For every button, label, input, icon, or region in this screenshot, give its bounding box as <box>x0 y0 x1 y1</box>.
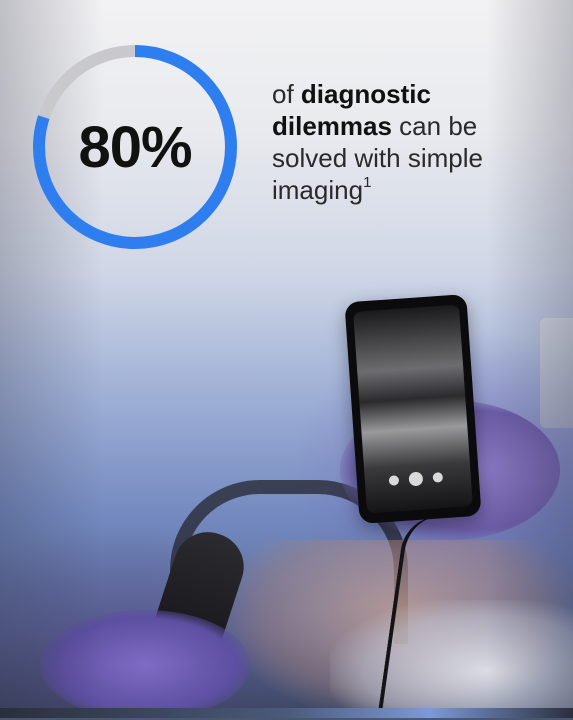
stat-description: of diagnostic dilemmas can be solved wit… <box>272 78 557 206</box>
footnote-marker: 1 <box>363 174 372 192</box>
stat-percentage: 80% <box>78 114 192 180</box>
stat-text-intro: of <box>272 79 301 109</box>
bottom-accent-bar <box>0 708 573 718</box>
